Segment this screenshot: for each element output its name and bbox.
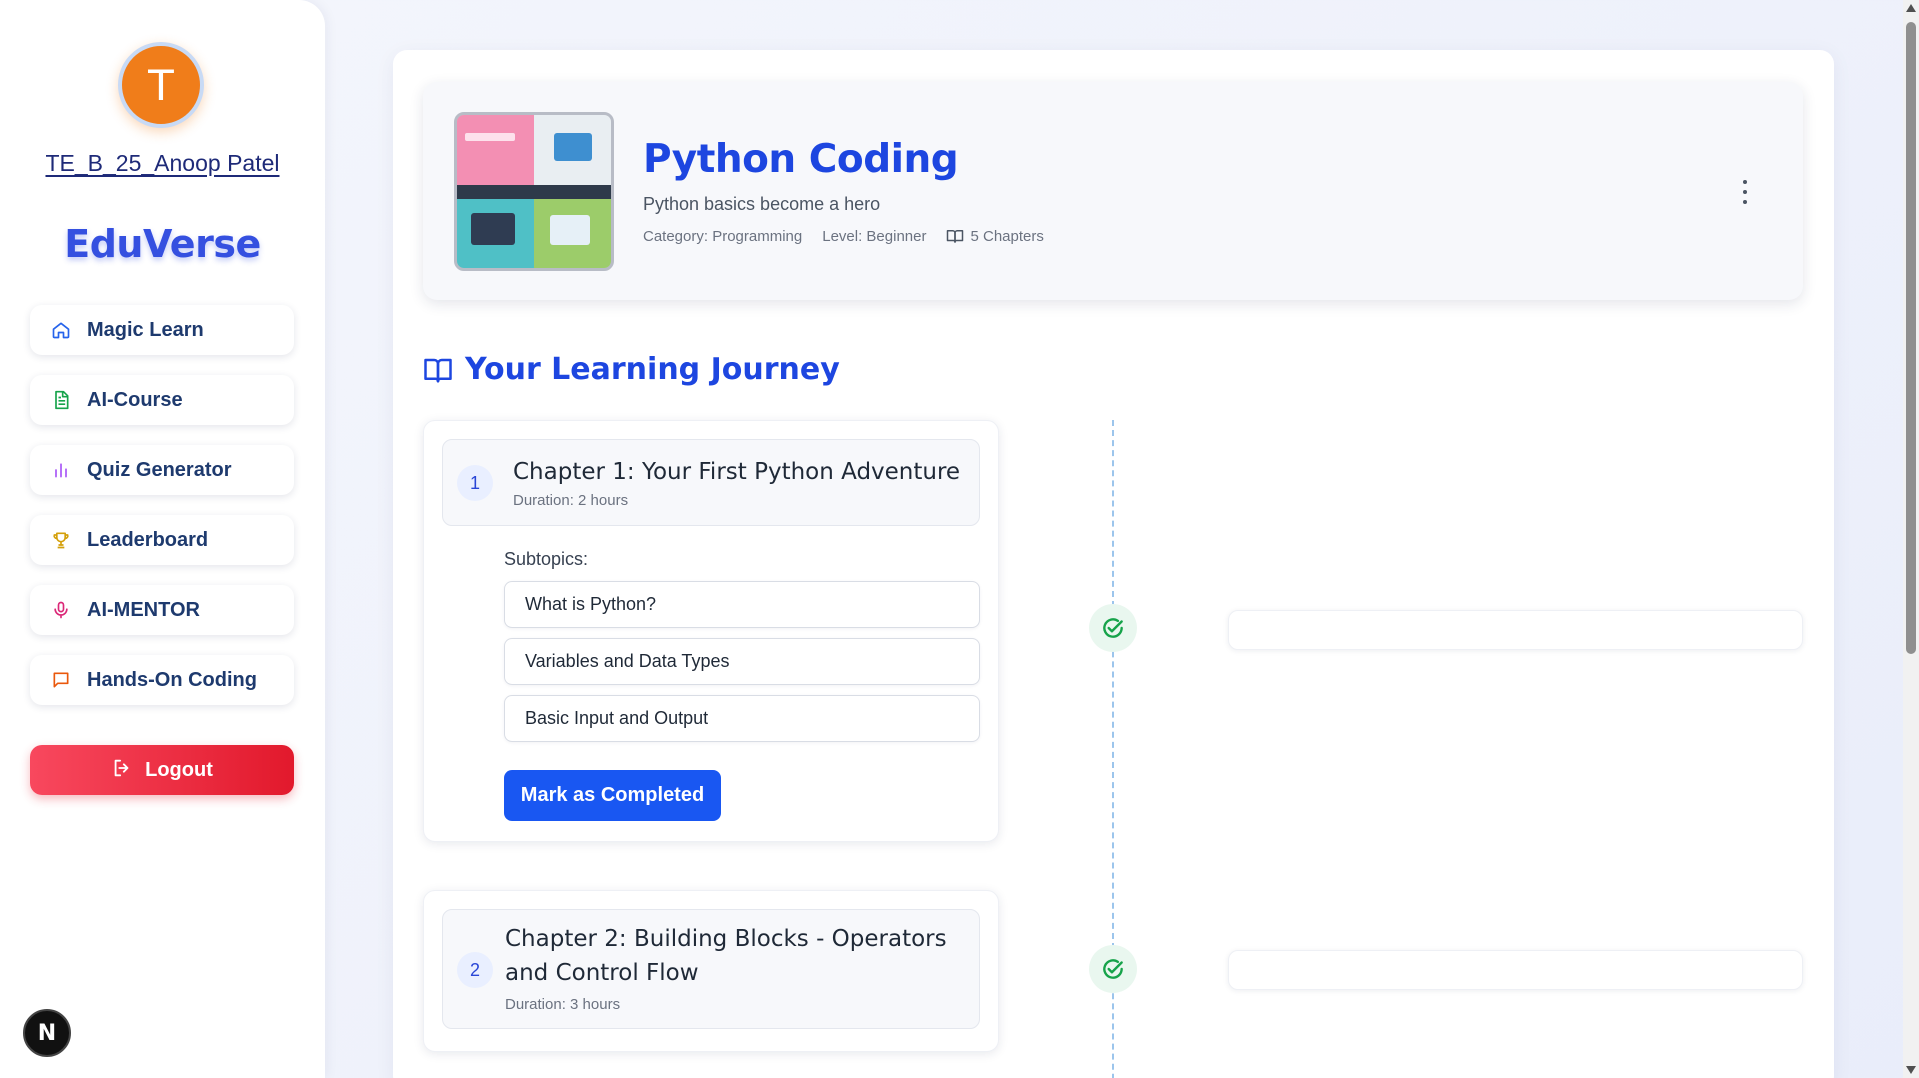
- chapter-card-1: 1 Chapter 1: Your First Python Adventure…: [423, 420, 999, 842]
- logout-label: Logout: [145, 758, 213, 781]
- timeline-placeholder-1: [1228, 610, 1803, 650]
- sidebar-item-label: AI-MENTOR: [87, 598, 200, 621]
- course-header-card: Python Coding Python basics become a her…: [423, 82, 1803, 300]
- journey-title: Your Learning Journey: [465, 352, 840, 387]
- scrollbar-thumb[interactable]: [1906, 22, 1916, 654]
- sidebar-item-ai-mentor[interactable]: AI-MENTOR: [30, 585, 294, 635]
- chapter-number: 1: [457, 465, 493, 501]
- page-scrollbar[interactable]: [1903, 0, 1919, 1078]
- check-circle-icon: [1103, 959, 1123, 979]
- timeline-node-1: [1089, 604, 1137, 652]
- chapter-header[interactable]: 1 Chapter 1: Your First Python Adventure…: [442, 439, 980, 526]
- home-icon: [50, 319, 72, 341]
- chapter-duration: Duration: 3 hours: [505, 996, 621, 1013]
- course-chapters: 5 Chapters: [946, 227, 1063, 245]
- check-circle-icon: [1103, 618, 1123, 638]
- mark-completed-button[interactable]: Mark as Completed: [504, 770, 721, 821]
- sidebar: T TE_B_25_Anoop Patel EduVerse Magic Lea…: [0, 0, 325, 1078]
- sidebar-item-label: AI-Course: [87, 388, 183, 411]
- sidebar-item-quiz-generator[interactable]: Quiz Generator: [30, 445, 294, 495]
- scroll-down-arrow-icon[interactable]: [1906, 1066, 1916, 1074]
- course-chapters-count: 5 Chapters: [970, 227, 1044, 245]
- sidebar-item-magic-learn[interactable]: Magic Learn: [30, 305, 294, 355]
- open-book-icon: [424, 358, 452, 382]
- chapter-duration: Duration: 2 hours: [513, 492, 629, 509]
- course-thumbnail: [454, 112, 614, 271]
- sidebar-item-label: Quiz Generator: [87, 458, 232, 481]
- course-subtitle: Python basics become a hero: [643, 194, 881, 214]
- subtopic-item[interactable]: What is Python?: [504, 581, 980, 628]
- scroll-up-arrow-icon[interactable]: [1906, 4, 1916, 12]
- chapter-number: 2: [457, 952, 493, 988]
- main-panel: Python Coding Python basics become a her…: [393, 50, 1834, 1078]
- microphone-icon: [50, 599, 72, 621]
- logout-button[interactable]: Logout: [30, 745, 294, 795]
- course-category: Category: Programming: [643, 227, 803, 245]
- course-meta: Category: Programming Level: Beginner 5 …: [643, 227, 1084, 245]
- timeline-placeholder-2: [1228, 950, 1803, 990]
- dev-tools-badge[interactable]: N: [23, 1009, 71, 1057]
- sidebar-item-leaderboard[interactable]: Leaderboard: [30, 515, 294, 565]
- course-title: Python Coding: [643, 137, 959, 182]
- chapter-title: Chapter 2: Building Blocks - Operators a…: [505, 926, 947, 986]
- sidebar-nav: Magic Learn AI-Course Quiz Generator Lea…: [30, 305, 294, 725]
- sidebar-item-label: Magic Learn: [87, 318, 204, 341]
- section-heading: Your Learning Journey: [423, 352, 840, 387]
- course-level: Level: Beginner: [822, 227, 927, 245]
- chapter-header[interactable]: 2 Chapter 2: Building Blocks - Operators…: [442, 909, 980, 1029]
- document-icon: [50, 389, 72, 411]
- subtopic-item[interactable]: Variables and Data Types: [504, 638, 980, 685]
- brand-logo: EduVerse: [64, 222, 261, 266]
- avatar[interactable]: T: [118, 42, 204, 128]
- more-options-icon[interactable]: [1735, 180, 1755, 204]
- book-icon: [947, 230, 964, 243]
- chapter-title: Chapter 1: Your First Python Adventure: [513, 459, 961, 485]
- bar-chart-icon: [50, 459, 72, 481]
- trophy-icon: [50, 529, 72, 551]
- sidebar-item-hands-on-coding[interactable]: Hands-On Coding: [30, 655, 294, 705]
- chat-icon: [50, 669, 72, 691]
- subtopic-item[interactable]: Basic Input and Output: [504, 695, 980, 742]
- username-link[interactable]: TE_B_25_Anoop Patel: [0, 150, 325, 177]
- subtopics-label: Subtopics:: [504, 549, 589, 569]
- timeline-node-2: [1089, 945, 1137, 993]
- sidebar-item-label: Hands-On Coding: [87, 668, 257, 691]
- logout-icon: [111, 757, 133, 784]
- sidebar-item-label: Leaderboard: [87, 528, 209, 551]
- sidebar-item-ai-course[interactable]: AI-Course: [30, 375, 294, 425]
- chapter-card-2: 2 Chapter 2: Building Blocks - Operators…: [423, 890, 999, 1052]
